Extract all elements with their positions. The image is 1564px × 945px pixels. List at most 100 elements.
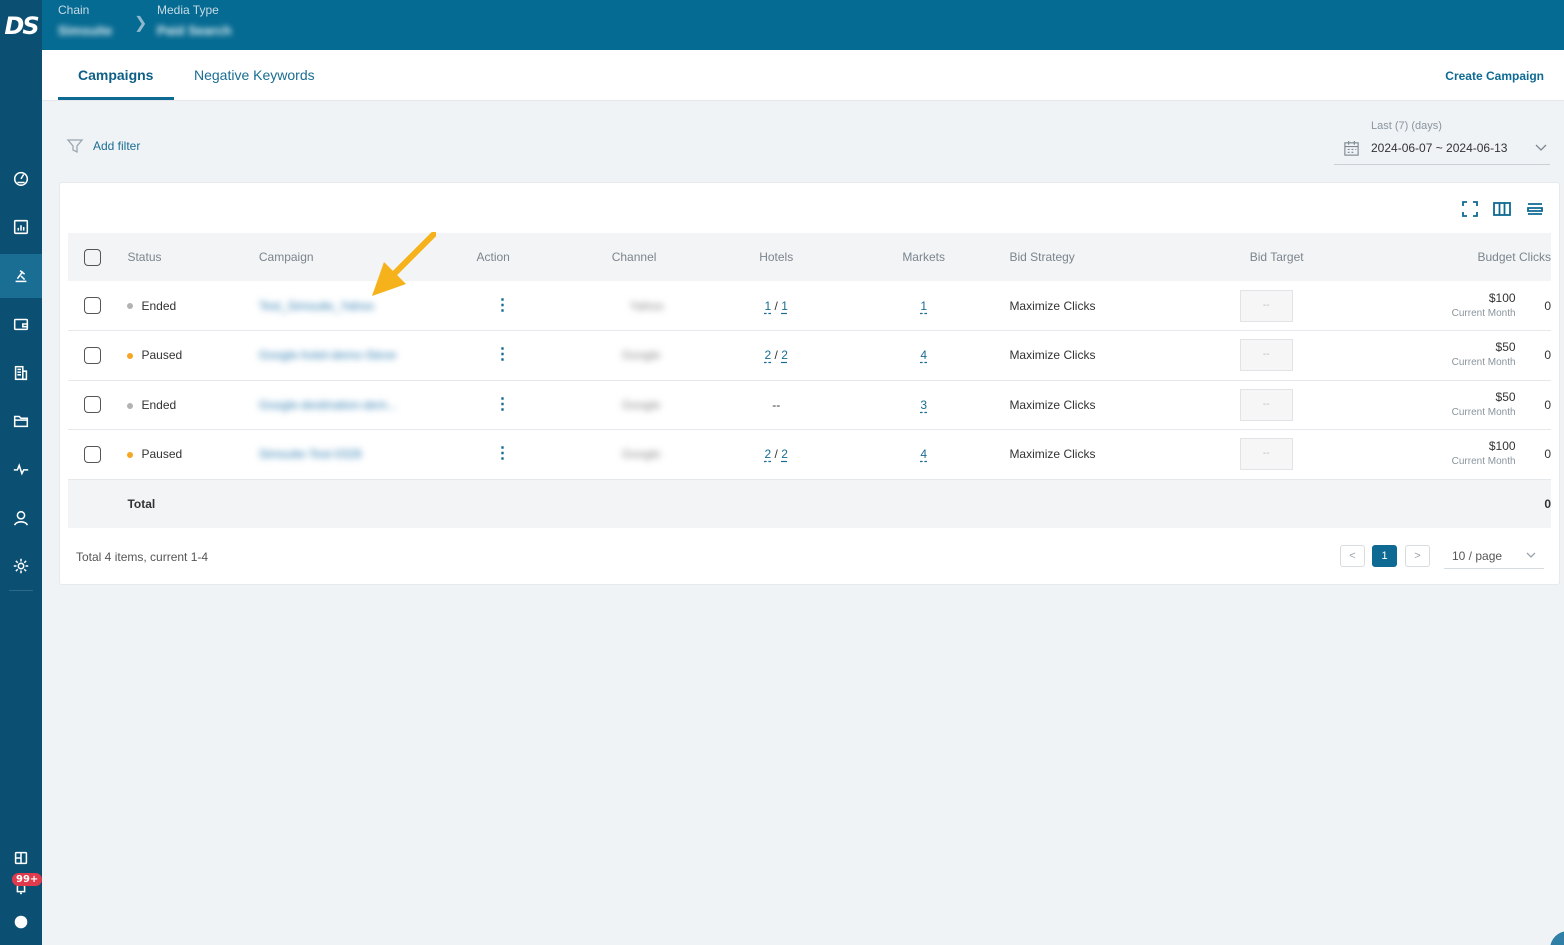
markets-link[interactable]: 4 bbox=[920, 348, 927, 362]
user-icon[interactable] bbox=[0, 496, 42, 540]
total-row: Total 0 bbox=[68, 479, 1551, 528]
status-cell: Paused bbox=[119, 430, 258, 480]
bid-target-input[interactable]: -- bbox=[1239, 388, 1293, 421]
page-1-button[interactable]: 1 bbox=[1372, 545, 1397, 567]
budget-cell: $100 Current Month bbox=[1403, 430, 1516, 480]
hotels-active-link[interactable]: 2 bbox=[765, 447, 772, 461]
breadcrumb-media-value: Paid Search bbox=[157, 23, 232, 38]
clicks-cell: 0 bbox=[1544, 447, 1551, 462]
bid-target-input[interactable]: -- bbox=[1239, 289, 1293, 322]
markets-link[interactable]: 1 bbox=[920, 299, 927, 313]
channel-cell: Yahoo bbox=[629, 298, 664, 313]
bid-strategy-cell: Maximize Clicks bbox=[1009, 447, 1096, 462]
wallet-icon[interactable] bbox=[0, 302, 42, 346]
tab-campaigns[interactable]: Campaigns bbox=[78, 67, 153, 83]
row-action-menu-icon[interactable]: ⋮ bbox=[495, 396, 511, 412]
building-icon[interactable] bbox=[0, 351, 42, 395]
help-icon[interactable] bbox=[0, 900, 42, 944]
breadcrumb-media-label: Media Type bbox=[157, 3, 219, 17]
total-label: Total bbox=[127, 496, 156, 511]
corner-help-bubble[interactable] bbox=[1550, 931, 1564, 945]
page-size-select[interactable]: 10 / page bbox=[1444, 543, 1544, 569]
status-dot-paused bbox=[127, 353, 134, 360]
budget-amount: $100 bbox=[1488, 439, 1516, 454]
column-header-bid-target[interactable]: Bid Target bbox=[1237, 233, 1403, 281]
channel-cell: Google bbox=[621, 397, 661, 412]
row-action-menu-icon[interactable]: ⋮ bbox=[495, 347, 511, 363]
notification-badge: 99+ bbox=[12, 873, 43, 886]
markets-link[interactable]: 4 bbox=[920, 447, 927, 461]
report-icon[interactable] bbox=[0, 205, 42, 249]
table-header-row: Status Campaign Action Channel Hotels Ma… bbox=[68, 233, 1551, 281]
folder-icon[interactable] bbox=[0, 399, 42, 443]
chevron-down-icon bbox=[1526, 552, 1536, 558]
column-header-budget[interactable]: Budget bbox=[1403, 233, 1516, 281]
hotels-cell: 1 / 1 bbox=[764, 298, 788, 313]
bid-target-input[interactable]: -- bbox=[1239, 438, 1293, 471]
campaign-icon[interactable] bbox=[0, 254, 42, 298]
row-checkbox[interactable] bbox=[84, 297, 101, 314]
bid-strategy-cell: Maximize Clicks bbox=[1009, 298, 1096, 313]
status-text: Ended bbox=[141, 397, 177, 412]
fullscreen-icon[interactable] bbox=[1460, 199, 1480, 219]
activity-icon[interactable] bbox=[0, 447, 42, 491]
column-header-channel[interactable]: Channel bbox=[554, 233, 715, 281]
chevron-down-icon bbox=[1535, 144, 1547, 151]
status-text: Paused bbox=[141, 447, 183, 462]
row-checkbox[interactable] bbox=[84, 445, 101, 463]
hotels-total-link[interactable]: 2 bbox=[781, 447, 788, 461]
hotels-cell: 2 / 2 bbox=[764, 447, 788, 462]
campaign-name-link[interactable]: Simsuite-Test-0328 bbox=[259, 447, 362, 461]
hotels-active-link[interactable]: 2 bbox=[765, 348, 772, 362]
column-header-bid-strategy[interactable]: Bid Strategy bbox=[1009, 233, 1236, 281]
breadcrumb-media-type[interactable]: Media Type Paid Search bbox=[157, 3, 231, 38]
annotation-arrow-icon bbox=[372, 232, 436, 296]
page-size-value: 10 / page bbox=[1452, 549, 1503, 563]
markets-link[interactable]: 3 bbox=[920, 398, 927, 412]
budget-period: Current Month bbox=[1451, 307, 1516, 319]
column-header-status[interactable]: Status bbox=[119, 233, 258, 281]
budget-amount: $100 bbox=[1488, 290, 1516, 305]
tab-negative-keywords[interactable]: Negative Keywords bbox=[194, 67, 315, 83]
tabs-bar: Campaigns Negative Keywords Create Campa… bbox=[42, 50, 1564, 101]
bid-strategy-cell: Maximize Clicks bbox=[1009, 348, 1096, 363]
channel-cell: Google bbox=[621, 447, 661, 462]
bid-target-input[interactable]: -- bbox=[1239, 339, 1293, 372]
date-range-picker[interactable]: Last (7) (days) 2024-06-07 ~ 2024-06-13 bbox=[1334, 118, 1550, 165]
next-page-button[interactable]: > bbox=[1405, 545, 1430, 567]
row-checkbox[interactable] bbox=[84, 396, 101, 414]
table-row: Paused Google-hotel-demo-Steve ⋮ Google … bbox=[68, 331, 1551, 381]
dashboard-icon[interactable] bbox=[0, 156, 42, 200]
total-clicks: 0 bbox=[1544, 496, 1551, 511]
app-logo[interactable]: DS bbox=[0, 12, 42, 46]
hotels-total-link[interactable]: 2 bbox=[781, 348, 788, 362]
hotels-total-link[interactable]: 1 bbox=[781, 299, 788, 313]
prev-page-button[interactable]: < bbox=[1340, 545, 1365, 567]
hotels-active-link[interactable]: 1 bbox=[765, 299, 772, 313]
row-density-icon[interactable] bbox=[1525, 199, 1545, 219]
campaign-name-link[interactable]: Google-destination-dem... bbox=[259, 398, 397, 412]
hotels-cell: -- bbox=[772, 397, 781, 412]
campaign-name-link[interactable]: Google-hotel-demo-Steve bbox=[259, 348, 396, 362]
breadcrumb-chain[interactable]: Chain Simsuite bbox=[58, 3, 112, 38]
row-action-menu-icon[interactable]: ⋮ bbox=[495, 446, 511, 462]
row-checkbox[interactable] bbox=[84, 346, 101, 364]
select-all-checkbox[interactable] bbox=[84, 248, 101, 266]
budget-period: Current Month bbox=[1451, 456, 1516, 468]
hotels-cell: 2 / 2 bbox=[764, 348, 788, 363]
settings-icon[interactable] bbox=[0, 544, 42, 588]
campaigns-table: Status Campaign Action Channel Hotels Ma… bbox=[68, 233, 1551, 528]
row-action-menu-icon[interactable]: ⋮ bbox=[495, 297, 511, 313]
column-header-clicks[interactable]: Clicks bbox=[1516, 233, 1551, 281]
breadcrumb-separator-icon: ❯ bbox=[134, 15, 148, 32]
breadcrumb-chain-value: Simsuite bbox=[58, 23, 113, 38]
clicks-cell: 0 bbox=[1544, 298, 1551, 313]
create-campaign-button[interactable]: Create Campaign bbox=[1445, 69, 1544, 83]
campaign-name-link[interactable]: Test_Simsuite_Yahoo bbox=[259, 299, 374, 313]
columns-icon[interactable] bbox=[1492, 199, 1512, 219]
add-filter-label: Add filter bbox=[93, 139, 141, 153]
column-header-markets[interactable]: Markets bbox=[838, 233, 1010, 281]
budget-cell: $50 Current Month bbox=[1403, 331, 1516, 381]
add-filter-button[interactable]: Add filter bbox=[66, 137, 140, 155]
column-header-hotels[interactable]: Hotels bbox=[715, 233, 838, 281]
